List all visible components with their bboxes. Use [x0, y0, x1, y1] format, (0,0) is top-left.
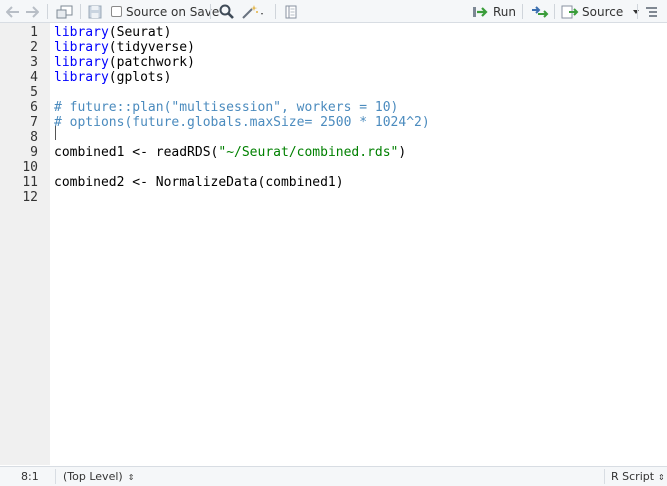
cursor-position: 8:1 — [21, 470, 39, 483]
source-on-save-checkbox[interactable] — [111, 6, 122, 17]
updown-icon: ⇕ — [127, 473, 135, 482]
code-token: library — [54, 40, 109, 55]
back-arrow-icon[interactable] — [6, 2, 20, 21]
code-token: ) — [398, 145, 407, 160]
line-number: 1 — [30, 25, 38, 40]
code-line: # options(future.globals.maxSize= 2500 *… — [54, 115, 430, 130]
code-token: combined2 <- NormalizeData(combined1) — [54, 175, 344, 190]
code-tools-wand-icon[interactable] — [241, 2, 265, 21]
run-label: Run — [493, 4, 517, 19]
code-editor[interactable]: library(Seurat) library(tidyverse) library… — [54, 23, 667, 465]
code-line: library(Seurat) — [54, 25, 171, 40]
run-arrow-icon — [473, 6, 488, 17]
rerun-button[interactable] — [530, 2, 550, 21]
code-token: library — [54, 55, 109, 70]
code-token: (Seurat) — [108, 25, 172, 40]
status-bar: 8:1 (Top Level) ⇕ R Script ⇕ — [0, 466, 667, 486]
file-type-selector[interactable]: R Script ⇕ — [611, 470, 665, 483]
line-number: 6 — [30, 100, 38, 115]
rerun-arrows-icon — [532, 5, 549, 18]
line-number: 3 — [30, 55, 38, 70]
line-number: 12 — [22, 190, 38, 205]
scope-label: (Top Level) — [63, 470, 123, 483]
scope-selector[interactable]: (Top Level) ⇕ — [63, 470, 134, 483]
forward-arrow-icon[interactable] — [25, 2, 39, 21]
source-on-save-label: Source on Save — [126, 4, 220, 19]
line-number: 2 — [30, 40, 38, 55]
compile-report-icon[interactable] — [285, 2, 297, 21]
code-line: combined2 <- NormalizeData(combined1) — [54, 175, 344, 190]
line-number: 11 — [22, 175, 38, 190]
code-token: "~/Seurat/combined.rds" — [218, 145, 399, 160]
updown-icon: ⇕ — [658, 473, 665, 482]
code-token: library — [54, 70, 109, 85]
code-token: (tidyverse) — [108, 40, 195, 55]
code-line: combined1 <- readRDS("~/Seurat/combined.… — [54, 145, 406, 160]
source-label: Source — [582, 4, 624, 19]
save-icon[interactable] — [88, 2, 102, 21]
code-token: # future::plan("multisession", workers =… — [54, 100, 399, 115]
code-token: combined1 <- readRDS( — [54, 145, 219, 160]
document-outline-icon[interactable] — [645, 2, 658, 21]
code-line: library(patchwork) — [54, 55, 195, 70]
source-icon — [561, 5, 579, 18]
code-line: library(tidyverse) — [54, 40, 195, 55]
source-button[interactable]: Source — [561, 2, 640, 21]
text-cursor — [55, 126, 56, 140]
line-number: 10 — [22, 160, 38, 175]
code-token: (gplots) — [108, 70, 172, 85]
code-token: library — [54, 25, 109, 40]
code-token: # options(future.globals.maxSize= 2500 *… — [54, 115, 430, 130]
line-number: 5 — [30, 85, 38, 100]
run-button[interactable]: Run — [472, 2, 516, 21]
code-line: library(gplots) — [54, 70, 171, 85]
line-number: 9 — [30, 145, 38, 160]
code-line: # future::plan("multisession", workers =… — [54, 100, 398, 115]
source-on-save-toggle[interactable]: Source on Save — [111, 2, 219, 21]
line-number: 4 — [30, 70, 38, 85]
line-number: 7 — [30, 115, 38, 130]
code-token: (patchwork) — [108, 55, 195, 70]
file-type-label: R Script — [611, 470, 655, 483]
search-icon[interactable] — [219, 2, 234, 21]
editor-toolbar: Source on Save Run Source — [0, 0, 667, 23]
show-in-window-icon[interactable] — [56, 2, 73, 21]
line-number: 8 — [30, 130, 38, 145]
line-number-gutter: 1 2 3 4 5 6 7 8 9 10 11 12 — [0, 23, 50, 465]
